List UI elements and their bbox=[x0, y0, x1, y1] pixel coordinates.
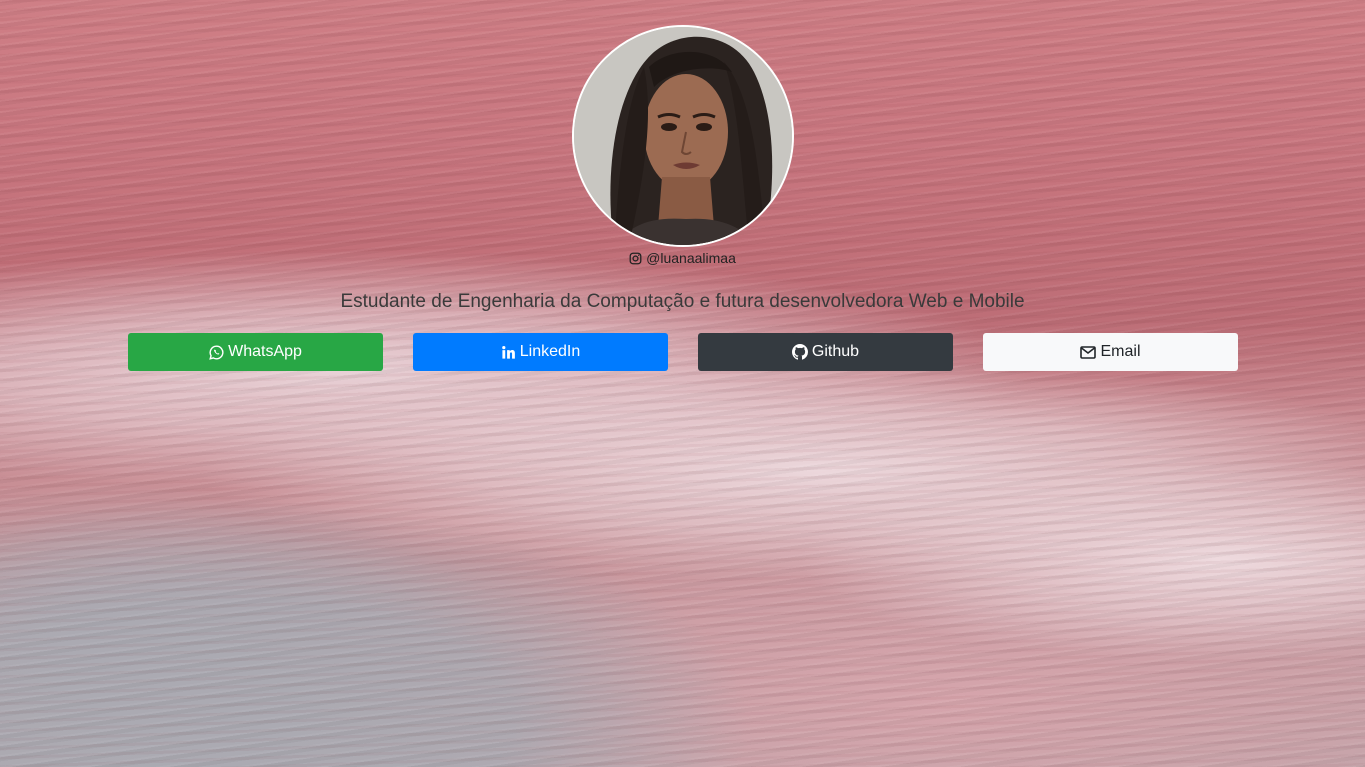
github-button[interactable]: Github bbox=[698, 333, 953, 371]
profile-card: @luanaalimaa Estudante de Engenharia da … bbox=[0, 0, 1365, 767]
github-icon bbox=[791, 344, 808, 360]
bio-text: Estudante de Engenharia da Computação e … bbox=[340, 291, 1025, 312]
linkedin-button-label: LinkedIn bbox=[519, 343, 581, 360]
linkedin-button[interactable]: LinkedIn bbox=[413, 333, 668, 371]
instagram-icon bbox=[629, 251, 642, 269]
instagram-handle[interactable]: @luanaalimaa bbox=[0, 249, 1365, 269]
avatar bbox=[572, 25, 794, 247]
page-background: @luanaalimaa Estudante de Engenharia da … bbox=[0, 0, 1365, 767]
email-button[interactable]: Email bbox=[983, 333, 1238, 371]
whatsapp-icon bbox=[209, 345, 224, 360]
social-buttons: WhatsApp LinkedIn Github Email bbox=[128, 333, 1238, 371]
whatsapp-button-label: WhatsApp bbox=[228, 343, 302, 360]
linkedin-icon bbox=[501, 345, 516, 360]
whatsapp-button[interactable]: WhatsApp bbox=[128, 333, 383, 371]
email-button-label: Email bbox=[1100, 343, 1141, 360]
instagram-handle-text: @luanaalimaa bbox=[646, 250, 736, 266]
envelope-icon bbox=[1080, 345, 1097, 359]
github-button-label: Github bbox=[811, 343, 860, 360]
